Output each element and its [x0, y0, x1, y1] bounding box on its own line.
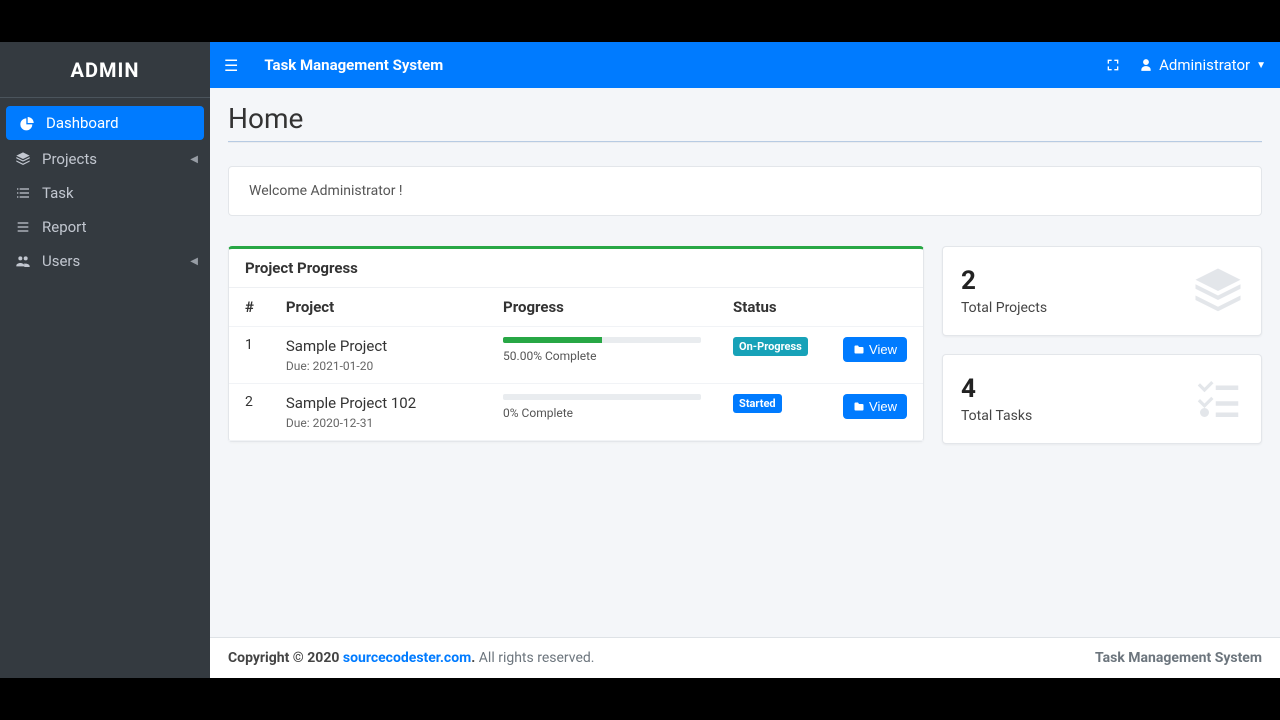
- progress-text: 0% Complete: [503, 406, 701, 420]
- sidebar-item-projects[interactable]: Projects ◀: [0, 142, 210, 176]
- stat-total-projects[interactable]: 2 Total Projects: [942, 246, 1262, 336]
- welcome-card: Welcome Administrator !: [228, 166, 1262, 216]
- col-progress: Progress: [487, 288, 717, 327]
- user-name: Administrator: [1159, 56, 1250, 74]
- stat-label: Total Tasks: [961, 408, 1032, 424]
- stat-value: 4: [961, 374, 1032, 404]
- brand-title: ADMIN: [0, 42, 210, 98]
- sidebar-item-label: Projects: [42, 150, 97, 168]
- chevron-left-icon: ◀: [190, 256, 198, 267]
- layers-icon: [12, 151, 34, 167]
- tasks-icon: [1191, 372, 1245, 426]
- project-name: Sample Project: [286, 337, 471, 355]
- sidebar-item-task[interactable]: Task: [0, 176, 210, 210]
- stat-total-tasks[interactable]: 4 Total Tasks: [942, 354, 1262, 444]
- card-title: Project Progress: [229, 249, 923, 288]
- expand-icon: [1105, 57, 1121, 73]
- welcome-text: Welcome Administrator !: [249, 183, 403, 199]
- row-index: 1: [229, 327, 270, 384]
- status-badge: On-Progress: [733, 337, 808, 356]
- table-row: 2 Sample Project 102 Due: 2020-12-31 0% …: [229, 384, 923, 441]
- caret-down-icon: ▼: [1256, 60, 1266, 71]
- view-label: View: [869, 342, 897, 357]
- sidebar-item-report[interactable]: Report: [0, 210, 210, 244]
- footer-right: Task Management System: [1095, 650, 1262, 666]
- app-title: Task Management System: [264, 56, 443, 74]
- page-header: Home: [228, 102, 1262, 142]
- content: Home Welcome Administrator ! Project Pro…: [210, 88, 1280, 637]
- project-progress-card: Project Progress # Project Progress Stat…: [228, 246, 924, 442]
- fullscreen-button[interactable]: [1105, 57, 1121, 73]
- stat-value: 2: [961, 266, 1047, 296]
- page-title: Home: [228, 102, 1262, 135]
- sidebar-item-dashboard[interactable]: Dashboard: [6, 106, 204, 140]
- sidebar-nav: Dashboard Projects ◀ Task Report: [0, 98, 210, 284]
- sidebar-item-label: Dashboard: [46, 114, 119, 132]
- sidebar-item-label: Task: [42, 184, 74, 202]
- sidebar-item-users[interactable]: Users ◀: [0, 244, 210, 278]
- footer-link[interactable]: sourcecodester.com: [343, 650, 471, 666]
- col-status: Status: [717, 288, 827, 327]
- status-badge: Started: [733, 394, 782, 413]
- sidebar-item-label: Users: [42, 252, 80, 270]
- footer: Copyright © 2020 sourcecodester.com. All…: [210, 637, 1280, 678]
- hamburger-icon: ☰: [224, 56, 238, 75]
- col-actions: [827, 288, 923, 327]
- users-icon: [12, 253, 34, 269]
- progress-fill: [503, 337, 602, 343]
- view-label: View: [869, 399, 897, 414]
- footer-left: Copyright © 2020 sourcecodester.com. All…: [228, 650, 594, 666]
- list-icon: [12, 219, 34, 235]
- folder-icon: [853, 344, 865, 356]
- col-num: #: [229, 288, 270, 327]
- row-index: 2: [229, 384, 270, 441]
- menu-toggle[interactable]: ☰: [224, 56, 238, 75]
- topbar: ☰ Task Management System Administrator ▼: [210, 42, 1280, 88]
- page-header-rule: [228, 141, 1262, 142]
- user-menu[interactable]: Administrator ▼: [1139, 56, 1266, 74]
- dashboard-icon: [16, 115, 38, 131]
- project-due: Due: 2021-01-20: [286, 359, 471, 373]
- table-row: 1 Sample Project Due: 2021-01-20 50.00% …: [229, 327, 923, 384]
- col-project: Project: [270, 288, 487, 327]
- progress-bar: [503, 394, 701, 400]
- chevron-left-icon: ◀: [190, 154, 198, 165]
- layers-icon: [1191, 264, 1245, 318]
- stat-label: Total Projects: [961, 300, 1047, 316]
- view-button[interactable]: View: [843, 394, 907, 419]
- sidebar-item-label: Report: [42, 218, 87, 236]
- main: ☰ Task Management System Administrator ▼…: [210, 42, 1280, 678]
- project-progress-table: # Project Progress Status 1: [229, 288, 923, 441]
- sidebar: ADMIN Dashboard Projects ◀ Task: [0, 42, 210, 678]
- progress-bar: [503, 337, 701, 343]
- progress-text: 50.00% Complete: [503, 349, 701, 363]
- view-button[interactable]: View: [843, 337, 907, 362]
- project-name: Sample Project 102: [286, 394, 471, 412]
- project-due: Due: 2020-12-31: [286, 416, 471, 430]
- folder-icon: [853, 401, 865, 413]
- tasks-icon: [12, 185, 34, 201]
- user-icon: [1139, 58, 1153, 72]
